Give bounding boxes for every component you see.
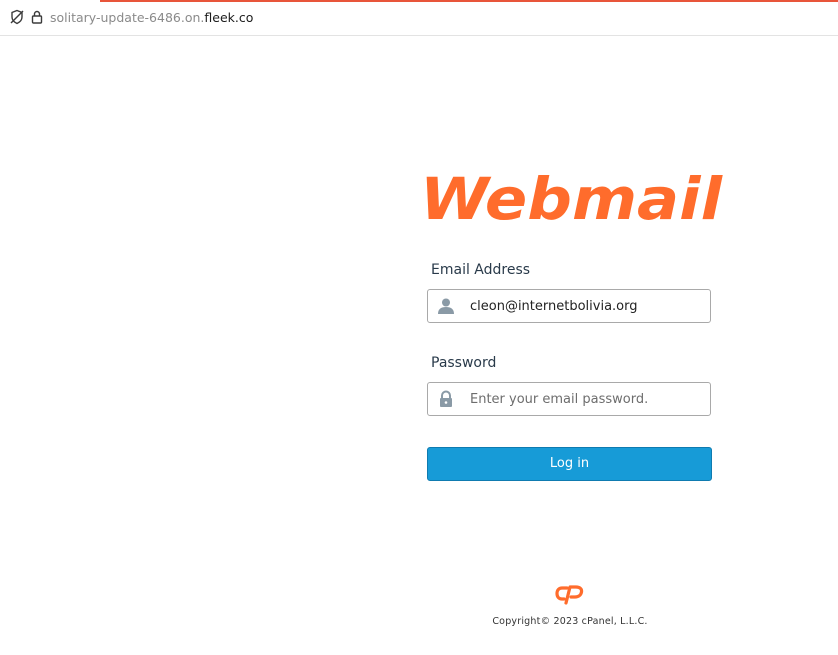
email-label: Email Address <box>431 262 531 278</box>
webmail-logo: Webmail <box>420 165 728 233</box>
password-label: Password <box>431 355 497 371</box>
copyright-text: Copyright© 2023 cPanel, L.L.C. <box>492 616 648 627</box>
password-field[interactable] <box>427 382 711 416</box>
browser-url-bar[interactable]: solitary-update-6486.on.fleek.co <box>0 0 838 36</box>
email-input[interactable] <box>462 290 710 322</box>
tracking-protection-icon[interactable] <box>9 9 25 25</box>
password-input[interactable] <box>462 383 710 415</box>
email-field[interactable] <box>427 289 711 323</box>
lock-icon[interactable] <box>29 9 45 25</box>
url-domain: fleek.co <box>204 10 254 25</box>
tab-accent-line <box>100 0 838 2</box>
url-text[interactable]: solitary-update-6486.on.fleek.co <box>50 10 253 25</box>
user-icon <box>437 297 455 315</box>
url-prefix: solitary-update-6486.on. <box>50 10 205 25</box>
padlock-icon <box>437 390 455 408</box>
webmail-logo-text: Webmail <box>420 166 723 230</box>
cpanel-logo <box>555 583 585 605</box>
login-button[interactable]: Log in <box>427 447 712 481</box>
